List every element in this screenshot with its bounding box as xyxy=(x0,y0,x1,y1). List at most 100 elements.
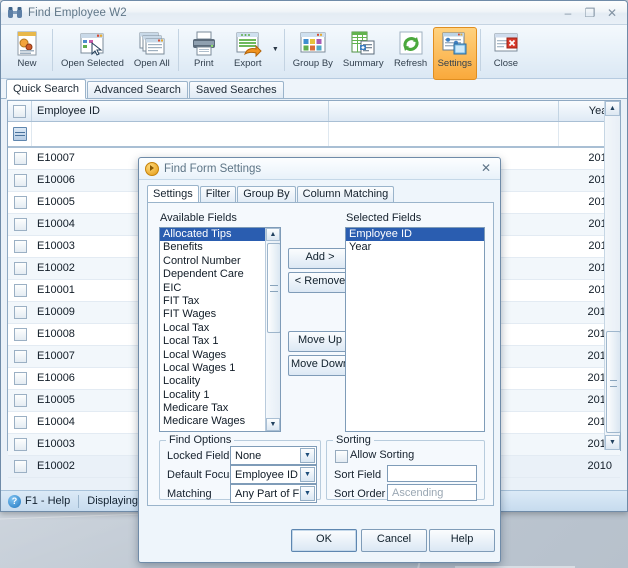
row-checkbox[interactable] xyxy=(8,258,32,279)
row-checkbox[interactable] xyxy=(8,324,32,345)
list-item[interactable]: Control Number xyxy=(160,255,265,268)
locked-field-combo[interactable]: None ▼ xyxy=(230,446,317,465)
toolbar-button-new[interactable]: New xyxy=(5,27,49,80)
row-checkbox[interactable] xyxy=(8,192,32,213)
scroll-down-icon[interactable]: ▼ xyxy=(605,435,620,450)
chevron-down-icon[interactable]: ▼ xyxy=(300,486,315,501)
row-checkbox[interactable] xyxy=(8,434,32,455)
toolbar-button-close[interactable]: Close xyxy=(484,27,528,80)
list-item[interactable]: Locality 1 xyxy=(160,389,265,402)
toolbar-button-open-all[interactable]: Open All xyxy=(129,27,175,80)
available-scroll-up-icon[interactable]: ▲ xyxy=(266,228,280,241)
available-scroll-down-icon[interactable]: ▼ xyxy=(266,418,280,431)
row-checkbox[interactable] xyxy=(8,390,32,411)
toolbar-button-settings[interactable]: Settings xyxy=(432,27,477,80)
row-checkbox[interactable] xyxy=(8,148,32,169)
row-checkbox[interactable] xyxy=(8,214,32,235)
dialog-tab-settings[interactable]: Settings xyxy=(147,185,199,203)
default-focus-combo[interactable]: Employee ID ▼ xyxy=(230,465,317,484)
sort-field-label: Sort Field xyxy=(334,469,382,481)
dialog-tab-group-by[interactable]: Group By xyxy=(237,186,296,202)
toolbar-button-export[interactable]: Export xyxy=(226,27,270,80)
ok-button[interactable]: OK xyxy=(291,529,357,552)
list-item[interactable]: Year xyxy=(346,241,484,254)
dialog-close-button[interactable]: ✕ xyxy=(479,161,493,175)
add-field-button[interactable]: Add > xyxy=(288,248,352,269)
filter-row-indicator[interactable] xyxy=(8,122,32,146)
title-bar: Find Employee W2 – ❐ ✕ xyxy=(1,1,627,25)
column-header-blank[interactable] xyxy=(329,101,559,121)
available-fields-list[interactable]: Allocated Tips Benefits Control Number Depe… xyxy=(159,227,281,432)
allow-sorting-checkbox[interactable] xyxy=(335,450,348,463)
row-checkbox[interactable] xyxy=(8,170,32,191)
tab-quick-search[interactable]: Quick Search xyxy=(6,79,87,99)
list-item[interactable]: Local Wages xyxy=(160,349,265,362)
list-item[interactable]: Medicare Wages xyxy=(160,415,265,428)
toolbar-button-group-by[interactable]: Group By xyxy=(288,27,338,80)
toolbar-label: Summary xyxy=(342,58,384,69)
matching-combo[interactable]: Any Part of Field ▼ xyxy=(230,484,317,503)
window-controls: – ❐ ✕ xyxy=(557,1,623,24)
list-item[interactable]: Employee ID xyxy=(346,228,484,242)
selected-fields-list[interactable]: Employee ID Year xyxy=(345,227,485,432)
grid-vertical-scrollbar[interactable]: ▲ ▼ xyxy=(604,101,621,450)
checkbox-icon xyxy=(13,460,27,473)
toolbar-button-summary[interactable]: Summary xyxy=(338,27,389,80)
open-all-icon xyxy=(137,30,167,58)
row-checkbox[interactable] xyxy=(8,346,32,367)
filter-input-blank[interactable] xyxy=(329,122,559,146)
dialog-tab-column-matching[interactable]: Column Matching xyxy=(296,186,395,202)
available-scrollbar-thumb[interactable] xyxy=(267,243,280,333)
list-item[interactable]: Local Tax xyxy=(160,322,265,335)
row-checkbox[interactable] xyxy=(8,412,32,433)
list-item[interactable]: Allocated Tips xyxy=(160,228,265,242)
help-button[interactable]: Help xyxy=(429,529,495,552)
tab-saved-searches[interactable]: Saved Searches xyxy=(188,81,284,98)
status-help-text[interactable]: F1 - Help xyxy=(25,495,70,507)
minimize-button[interactable]: – xyxy=(557,4,579,22)
help-icon[interactable]: ? xyxy=(8,494,21,508)
row-checkbox[interactable] xyxy=(8,456,32,477)
list-item[interactable]: Locality xyxy=(160,375,265,388)
list-item[interactable]: Benefits xyxy=(160,241,265,254)
row-checkbox[interactable] xyxy=(8,236,32,257)
available-list-scrollbar[interactable]: ▲ ▼ xyxy=(265,228,280,431)
row-checkbox[interactable] xyxy=(8,368,32,389)
checkbox-icon xyxy=(13,284,27,297)
chevron-down-icon[interactable]: ▼ xyxy=(300,467,315,482)
dialog-tab-strip: Settings Filter Group By Column Matching xyxy=(139,184,500,203)
toolbar-button-refresh[interactable]: Refresh xyxy=(389,27,433,80)
close-button[interactable]: ✕ xyxy=(601,4,623,22)
settings-icon xyxy=(440,30,470,58)
list-item[interactable]: Dependent Care xyxy=(160,268,265,281)
find-form-settings-dialog: Find Form Settings ✕ Settings Filter Gro… xyxy=(138,157,501,563)
move-down-button[interactable]: Move Down xyxy=(288,355,352,376)
remove-field-button[interactable]: < Remove xyxy=(288,272,352,293)
tab-advanced-search[interactable]: Advanced Search xyxy=(87,81,188,98)
sort-order-input[interactable]: Ascending xyxy=(387,484,477,501)
row-checkbox[interactable] xyxy=(8,280,32,301)
toolbar-button-print[interactable]: Print xyxy=(182,27,226,80)
list-item[interactable]: EIC xyxy=(160,282,265,295)
row-checkbox[interactable] xyxy=(8,302,32,323)
list-item[interactable]: Medicare Tax xyxy=(160,402,265,415)
maximize-button[interactable]: ❐ xyxy=(579,4,601,22)
dialog-tab-filter[interactable]: Filter xyxy=(199,186,237,202)
checkbox-icon xyxy=(13,416,27,429)
list-item[interactable]: FIT Tax xyxy=(160,295,265,308)
list-item[interactable]: Local Tax 1 xyxy=(160,335,265,348)
cancel-button[interactable]: Cancel xyxy=(361,529,427,552)
toolbar-button-open-selected[interactable]: Open Selected xyxy=(56,27,129,80)
export-dropdown-arrow-icon[interactable]: ▼ xyxy=(270,25,281,74)
list-item[interactable]: FIT Wages xyxy=(160,308,265,321)
scrollbar-thumb[interactable] xyxy=(606,331,621,433)
list-item[interactable]: Local Wages 1 xyxy=(160,362,265,375)
move-up-button[interactable]: Move Up xyxy=(288,331,352,352)
sort-field-input[interactable] xyxy=(387,465,477,482)
scroll-up-icon[interactable]: ▲ xyxy=(605,101,620,116)
toolbar-label: Refresh xyxy=(393,58,428,69)
select-all-checkbox[interactable] xyxy=(8,101,32,121)
chevron-down-icon[interactable]: ▼ xyxy=(300,448,315,463)
filter-input-employee-id[interactable] xyxy=(32,122,329,146)
column-header-employee-id[interactable]: Employee ID xyxy=(32,101,329,121)
